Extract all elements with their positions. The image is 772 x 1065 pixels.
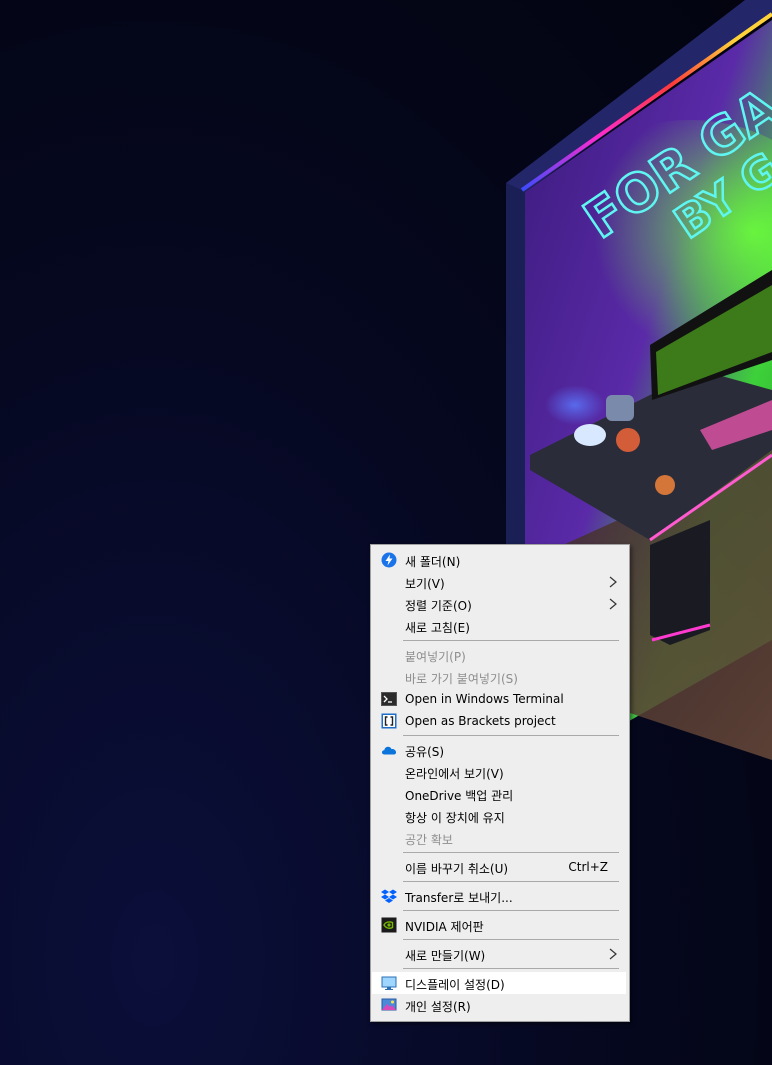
menu-item-new-folder[interactable]: 새 폴더(N) bbox=[372, 549, 626, 571]
menu-item-label: Open in Windows Terminal bbox=[405, 692, 564, 706]
menu-item-label: OneDrive 백업 관리 bbox=[405, 789, 514, 803]
menu-item-open-terminal[interactable]: Open in Windows Terminal bbox=[372, 688, 626, 710]
menu-item-label: 새 폴더(N) bbox=[405, 555, 461, 569]
terminal-icon bbox=[381, 692, 397, 706]
menu-separator bbox=[403, 735, 619, 736]
menu-separator bbox=[403, 910, 619, 911]
menu-item-label: 바로 가기 붙여넣기(S) bbox=[405, 672, 518, 686]
menu-item-view[interactable]: 보기(V) bbox=[372, 571, 626, 593]
menu-item-transfer[interactable]: Transfer로 보내기... bbox=[372, 885, 626, 907]
menu-item-always-keep[interactable]: 항상 이 장치에 유지 bbox=[372, 805, 626, 827]
menu-item-nvidia[interactable]: NVIDIA 제어판 bbox=[372, 914, 626, 936]
monitor-icon bbox=[381, 976, 397, 990]
menu-item-undo-rename[interactable]: 이름 바꾸기 취소(U) Ctrl+Z bbox=[372, 856, 626, 878]
brackets-icon bbox=[381, 713, 397, 729]
menu-item-view-online[interactable]: 온라인에서 보기(V) bbox=[372, 761, 626, 783]
menu-separator bbox=[403, 640, 619, 641]
menu-item-label: 이름 바꾸기 취소(U) bbox=[405, 862, 509, 876]
menu-item-label: 보기(V) bbox=[405, 577, 445, 591]
menu-item-personalize[interactable]: 개인 설정(R) bbox=[372, 994, 626, 1016]
menu-item-label: Open as Brackets project bbox=[405, 714, 556, 728]
menu-item-label: 붙여넣기(P) bbox=[405, 650, 466, 664]
menu-item-label: NVIDIA 제어판 bbox=[405, 920, 484, 934]
menu-item-label: 디스플레이 설정(D) bbox=[405, 978, 505, 992]
menu-item-share[interactable]: 공유(S) bbox=[372, 739, 626, 761]
chevron-right-icon bbox=[609, 948, 617, 960]
menu-item-onedrive-backup[interactable]: OneDrive 백업 관리 bbox=[372, 783, 626, 805]
menu-item-free-space: 공간 확보 bbox=[372, 827, 626, 849]
menu-item-label: 새로 고침(E) bbox=[405, 621, 470, 635]
menu-item-paste: 붙여넣기(P) bbox=[372, 644, 626, 666]
menu-item-label: 새로 만들기(W) bbox=[405, 949, 486, 963]
shortcut-label: Ctrl+Z bbox=[568, 860, 608, 874]
menu-item-label: 항상 이 장치에 유지 bbox=[405, 811, 505, 825]
nvidia-icon bbox=[381, 917, 397, 933]
menu-item-label: 공유(S) bbox=[405, 745, 445, 759]
menu-separator bbox=[403, 881, 619, 882]
menu-item-refresh[interactable]: 새로 고침(E) bbox=[372, 615, 626, 637]
menu-item-label: Transfer로 보내기... bbox=[405, 891, 513, 905]
menu-separator bbox=[403, 939, 619, 940]
menu-item-label: 공간 확보 bbox=[405, 833, 453, 847]
menu-item-sort-by[interactable]: 정렬 기준(O) bbox=[372, 593, 626, 615]
menu-item-label: 정렬 기준(O) bbox=[405, 599, 472, 613]
dropbox-icon bbox=[381, 889, 397, 903]
menu-item-label: 온라인에서 보기(V) bbox=[405, 767, 504, 781]
lightning-circle-icon bbox=[381, 552, 397, 568]
onedrive-cloud-icon bbox=[381, 746, 397, 755]
desktop-context-menu: 새 폴더(N) 보기(V) 정렬 기준(O) 새로 고침(E) 붙여넣기(P) … bbox=[370, 544, 630, 1022]
menu-item-label: 개인 설정(R) bbox=[405, 1000, 471, 1014]
menu-item-new[interactable]: 새로 만들기(W) bbox=[372, 943, 626, 965]
menu-item-open-brackets[interactable]: Open as Brackets project bbox=[372, 710, 626, 732]
chevron-right-icon bbox=[609, 598, 617, 610]
menu-item-paste-shortcut: 바로 가기 붙여넣기(S) bbox=[372, 666, 626, 688]
chevron-right-icon bbox=[609, 576, 617, 588]
personalize-icon bbox=[381, 998, 397, 1011]
menu-separator bbox=[403, 852, 619, 853]
menu-separator bbox=[403, 968, 619, 969]
menu-item-display-settings[interactable]: 디스플레이 설정(D) bbox=[372, 972, 626, 994]
